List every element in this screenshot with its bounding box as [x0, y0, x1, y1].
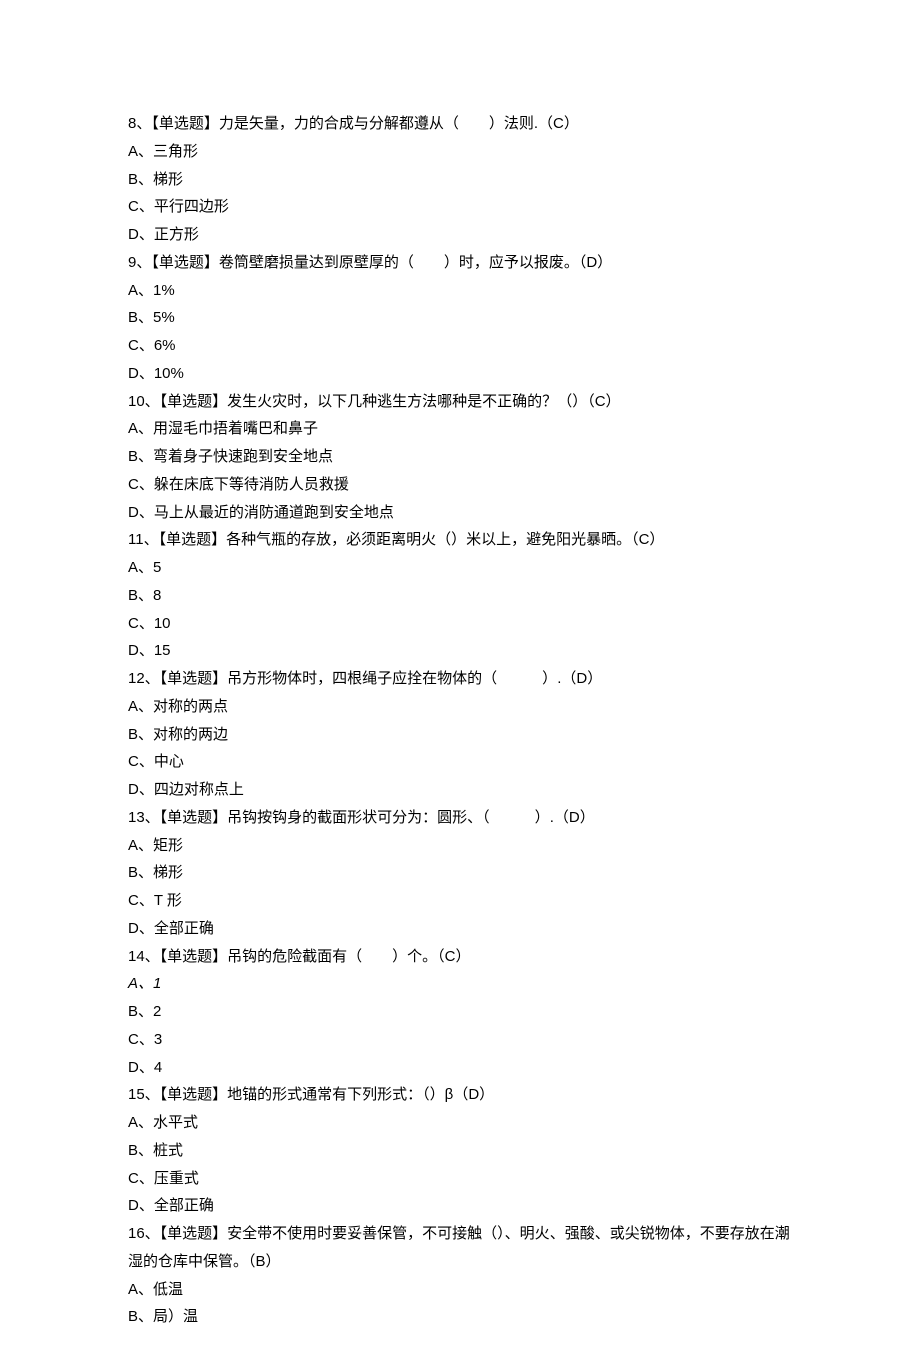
q8-option-c: C、平行四边形	[128, 193, 800, 221]
q14-option-d: D、4	[128, 1054, 800, 1082]
q11-option-a: A、5	[128, 554, 800, 582]
question-9: 9、【单选题】卷筒壁磨损量达到原壁厚的（ ）时，应予以报废。（D）	[128, 249, 800, 277]
q15-option-c: C、压重式	[128, 1165, 800, 1193]
q11-option-b: B、8	[128, 582, 800, 610]
question-12: 12、【单选题】吊方形物体时，四根绳子应拴在物体的（ ）.（D）	[128, 665, 800, 693]
q9-option-d: D、10%	[128, 360, 800, 388]
q10-option-d: D、马上从最近的消防通道跑到安全地点	[128, 499, 800, 527]
question-11: 11、【单选题】各种气瓶的存放，必须距离明火（）米以上，避免阳光暴晒。（C）	[128, 526, 800, 554]
q14-option-b: B、2	[128, 998, 800, 1026]
document-page: 8、【单选题】力是矢量，力的合成与分解都遵从（ ）法则.（C） A、三角形 B、…	[0, 0, 920, 1371]
question-15: 15、【单选题】地锚的形式通常有下列形式：（）β（D）	[128, 1081, 800, 1109]
question-8: 8、【单选题】力是矢量，力的合成与分解都遵从（ ）法则.（C）	[128, 110, 800, 138]
q9-option-c: C、6%	[128, 332, 800, 360]
q13-option-c: C、T 形	[128, 887, 800, 915]
question-14: 14、【单选题】吊钩的危险截面有（ ）个。（C）	[128, 943, 800, 971]
q16-option-a: A、低温	[128, 1276, 800, 1304]
q14-option-a: A、1	[128, 970, 800, 998]
q12-option-d: D、四边对称点上	[128, 776, 800, 804]
q12-option-c: C、中心	[128, 748, 800, 776]
question-16: 16、【单选题】安全带不使用时要妥善保管，不可接触（）、明火、强酸、或尖锐物体，…	[128, 1220, 800, 1276]
q10-option-a: A、用湿毛巾捂着嘴巴和鼻子	[128, 415, 800, 443]
q8-option-a: A、三角形	[128, 138, 800, 166]
q15-option-d: D、全部正确	[128, 1192, 800, 1220]
q14-option-c: C、3	[128, 1026, 800, 1054]
question-10: 10、【单选题】发生火灾时，以下几种逃生方法哪种是不正确的？（）（C）	[128, 388, 800, 416]
q12-option-b: B、对称的两边	[128, 721, 800, 749]
q8-option-d: D、正方形	[128, 221, 800, 249]
q10-option-b: B、弯着身子快速跑到安全地点	[128, 443, 800, 471]
q11-option-d: D、15	[128, 637, 800, 665]
q15-option-a: A、水平式	[128, 1109, 800, 1137]
q9-option-b: B、5%	[128, 304, 800, 332]
q13-option-b: B、梯形	[128, 859, 800, 887]
q13-option-a: A、矩形	[128, 832, 800, 860]
q11-option-c: C、10	[128, 610, 800, 638]
q10-option-c: C、躲在床底下等待消防人员救援	[128, 471, 800, 499]
q8-option-b: B、梯形	[128, 166, 800, 194]
question-13: 13、【单选题】吊钩按钩身的截面形状可分为：圆形、（ ）.（D）	[128, 804, 800, 832]
q16-option-b: B、局）温	[128, 1303, 800, 1331]
q15-option-b: B、桩式	[128, 1137, 800, 1165]
q13-option-d: D、全部正确	[128, 915, 800, 943]
q9-option-a: A、1%	[128, 277, 800, 305]
q12-option-a: A、对称的两点	[128, 693, 800, 721]
